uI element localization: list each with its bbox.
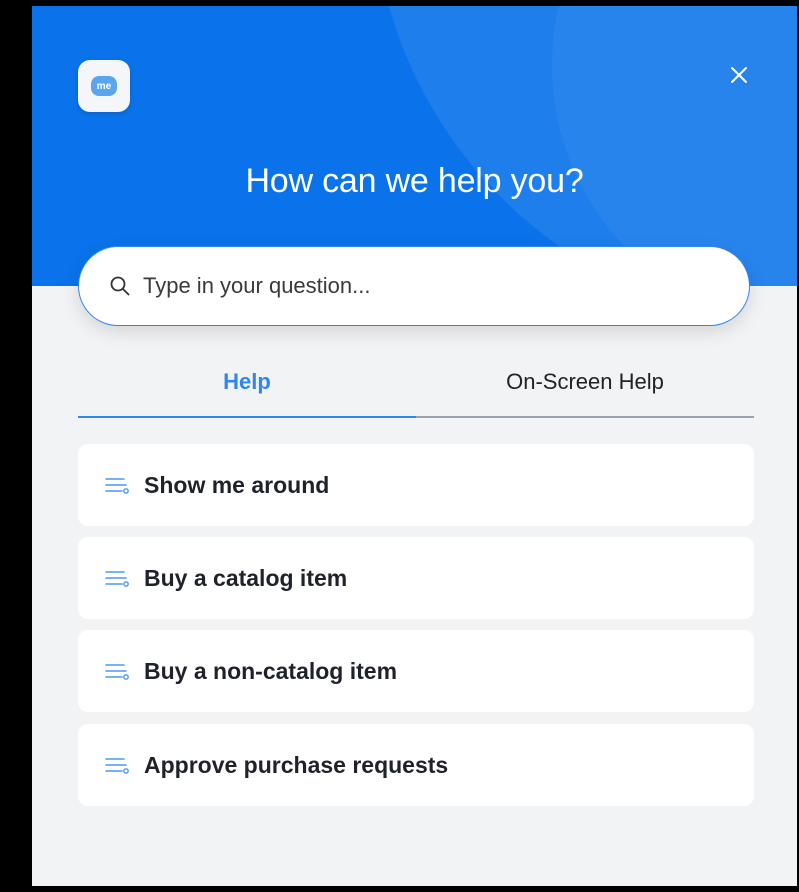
page-title: How can we help you?	[245, 162, 584, 200]
search-icon	[110, 276, 130, 296]
help-item-approve-requests[interactable]: Approve purchase requests	[78, 724, 754, 806]
walkthrough-icon	[105, 478, 129, 494]
help-item-label: Buy a catalog item	[144, 564, 348, 591]
search-input[interactable]	[141, 272, 705, 300]
walkthrough-icon	[105, 758, 129, 774]
logo-text: me	[96, 80, 112, 92]
close-button[interactable]	[728, 64, 750, 86]
walkthrough-icon	[105, 571, 129, 587]
help-panel: me How can we help you? Help On-Screen H…	[32, 6, 797, 886]
header-banner: me How can we help you?	[32, 6, 797, 286]
help-item-buy-non-catalog[interactable]: Buy a non-catalog item	[78, 630, 754, 712]
help-item-buy-catalog[interactable]: Buy a catalog item	[78, 537, 754, 619]
app-logo: me	[78, 60, 130, 112]
help-item-label: Show me around	[144, 471, 330, 498]
help-item-show-me-around[interactable]: Show me around	[78, 444, 754, 526]
help-widget-frame: me How can we help you? Help On-Screen H…	[0, 0, 799, 892]
chat-bubble-icon: me	[91, 76, 117, 96]
search-bar[interactable]	[78, 246, 750, 326]
walkthrough-icon	[105, 664, 129, 680]
tab-on-screen-help[interactable]: On-Screen Help	[416, 358, 754, 416]
help-item-label: Approve purchase requests	[144, 751, 449, 778]
tab-bar: Help On-Screen Help	[78, 358, 754, 418]
help-item-label: Buy a non-catalog item	[144, 657, 398, 684]
tab-help[interactable]: Help	[78, 358, 416, 418]
close-icon	[731, 67, 747, 83]
